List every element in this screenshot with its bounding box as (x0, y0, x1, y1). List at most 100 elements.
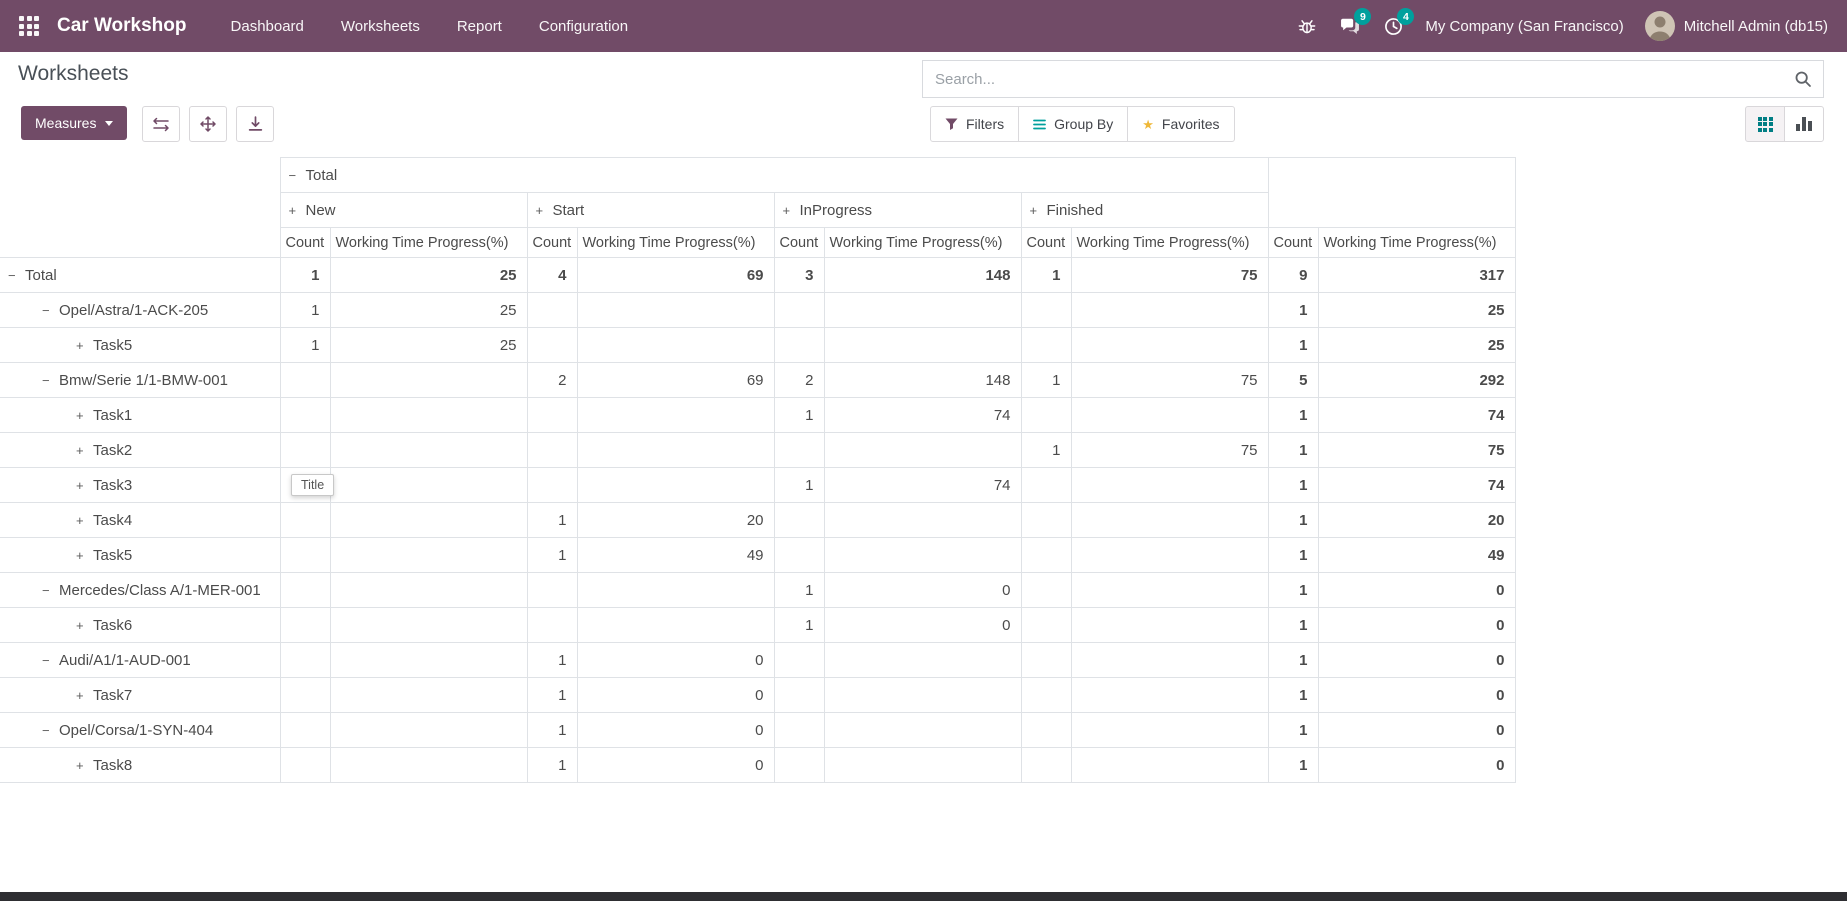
pivot-row-label[interactable]: −Total (0, 258, 280, 293)
group-by-button[interactable]: Group By (1018, 106, 1128, 142)
company-switcher[interactable]: My Company (San Francisco) (1425, 18, 1623, 35)
pivot-cell: 2 (774, 363, 824, 398)
expand-all-button[interactable] (189, 106, 227, 142)
pivot-row-label[interactable]: −Audi/A1/1-AUD-001 (0, 643, 280, 678)
pivot-cell: 1 (774, 468, 824, 503)
pivot-cell: 1 (1268, 678, 1318, 713)
pivot-cell (527, 608, 577, 643)
pivot-measure-count[interactable]: Count (527, 228, 577, 258)
pivot-measure-count[interactable]: Count (1021, 228, 1071, 258)
pivot-corner (0, 193, 280, 228)
pivot-cell (577, 293, 774, 328)
pivot-row-label[interactable]: +Task5 (0, 538, 280, 573)
pivot-row-label[interactable]: +Task8 (0, 748, 280, 783)
pivot-row: +Task4120120 (0, 503, 1515, 538)
pivot-cell (527, 573, 577, 608)
pivot-cell (330, 678, 527, 713)
pivot-cell (1021, 328, 1071, 363)
pivot-cell: 4 (527, 258, 577, 293)
pivot-cell: 74 (1318, 398, 1515, 433)
pivot-cell: 148 (824, 258, 1021, 293)
pivot-row-label[interactable]: +Task1 (0, 398, 280, 433)
collapse-icon: − (42, 723, 59, 738)
expand-icon: + (536, 203, 553, 218)
pivot-cell (280, 748, 330, 783)
pivot-measure-count[interactable]: Count (280, 228, 330, 258)
pivot-cell (577, 398, 774, 433)
measures-button[interactable]: Measures (21, 106, 127, 140)
pivot-row-label[interactable]: +Task4 (0, 503, 280, 538)
pivot-cell (774, 748, 824, 783)
pivot-cell: 1 (1268, 433, 1318, 468)
pivot-measure-progress[interactable]: Working Time Progress(%) (1071, 228, 1268, 258)
apps-menu-icon[interactable] (19, 16, 39, 36)
pivot-row-label[interactable]: −Bmw/Serie 1/1-BMW-001 (0, 363, 280, 398)
pivot-cell: 75 (1071, 258, 1268, 293)
view-switcher (1745, 106, 1824, 142)
pivot-row-label[interactable]: +Task2 (0, 433, 280, 468)
pivot-cell (577, 573, 774, 608)
pivot-cell: 69 (577, 363, 774, 398)
pivot-cell (280, 678, 330, 713)
filters-button[interactable]: Filters (930, 106, 1019, 142)
pivot-cell (330, 538, 527, 573)
pivot-cell: 20 (577, 503, 774, 538)
pivot-view-button[interactable] (1745, 106, 1785, 142)
pivot-row-label[interactable]: +Task3 (0, 468, 280, 503)
download-button[interactable] (236, 106, 274, 142)
favorites-button[interactable]: ★ Favorites (1127, 106, 1234, 142)
pivot-col-header-start[interactable]: +Start (527, 193, 774, 228)
pivot-col-header-inprogress[interactable]: +InProgress (774, 193, 1021, 228)
pivot-measure-progress[interactable]: Working Time Progress(%) (577, 228, 774, 258)
user-name: Mitchell Admin (db15) (1684, 18, 1828, 35)
pivot-cell: 1 (1268, 573, 1318, 608)
search-input[interactable] (923, 61, 1823, 97)
pivot-cell (577, 328, 774, 363)
pivot-cell (824, 328, 1021, 363)
pivot-cell: 1 (527, 503, 577, 538)
pivot-measure-progress[interactable]: Working Time Progress(%) (1318, 228, 1515, 258)
expand-icon: + (76, 688, 93, 703)
pivot-row-label[interactable]: +Task6 (0, 608, 280, 643)
pivot-row-label[interactable]: −Mercedes/Class A/1-MER-001 (0, 573, 280, 608)
pivot-cell: 0 (1318, 608, 1515, 643)
pivot-measure-progress[interactable]: Working Time Progress(%) (330, 228, 527, 258)
messages-icon[interactable]: 9 (1339, 15, 1361, 37)
bug-icon[interactable] (1296, 15, 1318, 37)
pivot-cell (1021, 468, 1071, 503)
pivot-measure-count[interactable]: Count (774, 228, 824, 258)
pivot-cell (1021, 293, 1071, 328)
menu-item-worksheets[interactable]: Worksheets (341, 18, 420, 35)
search-icon[interactable] (1794, 70, 1812, 93)
page-title: Worksheets (18, 62, 129, 86)
pivot-cell (1021, 643, 1071, 678)
pivot-col-header-new[interactable]: +New (280, 193, 527, 228)
activities-badge: 4 (1397, 8, 1414, 25)
pivot-measure-count[interactable]: Count (1268, 228, 1318, 258)
activities-clock-icon[interactable]: 4 (1382, 15, 1404, 37)
pivot-row-label[interactable]: +Task7 (0, 678, 280, 713)
pivot-row-label[interactable]: −Opel/Corsa/1-SYN-404 (0, 713, 280, 748)
pivot-measure-progress[interactable]: Working Time Progress(%) (824, 228, 1021, 258)
pivot-cell: 1 (1021, 258, 1071, 293)
flip-axis-button[interactable] (142, 106, 180, 142)
pivot-cell (280, 573, 330, 608)
pivot-col-header-total[interactable]: −Total (280, 158, 1268, 193)
avatar (1645, 11, 1675, 41)
menu-item-report[interactable]: Report (457, 18, 502, 35)
expand-icon: + (1030, 203, 1047, 218)
pivot-cell: 25 (330, 293, 527, 328)
pivot-row-label[interactable]: −Opel/Astra/1-ACK-205 (0, 293, 280, 328)
group-by-label: Group By (1054, 116, 1113, 132)
user-menu[interactable]: Mitchell Admin (db15) (1645, 11, 1828, 41)
menu-item-dashboard[interactable]: Dashboard (231, 18, 304, 35)
expand-icon: + (76, 408, 93, 423)
expand-icon: + (76, 513, 93, 528)
pivot-cell (774, 678, 824, 713)
pivot-col-header-finished[interactable]: +Finished (1021, 193, 1268, 228)
pivot-cell (1071, 398, 1268, 433)
pivot-row-label[interactable]: +Task5 (0, 328, 280, 363)
graph-view-button[interactable] (1784, 106, 1824, 142)
pivot-cell: 148 (824, 363, 1021, 398)
menu-item-configuration[interactable]: Configuration (539, 18, 628, 35)
